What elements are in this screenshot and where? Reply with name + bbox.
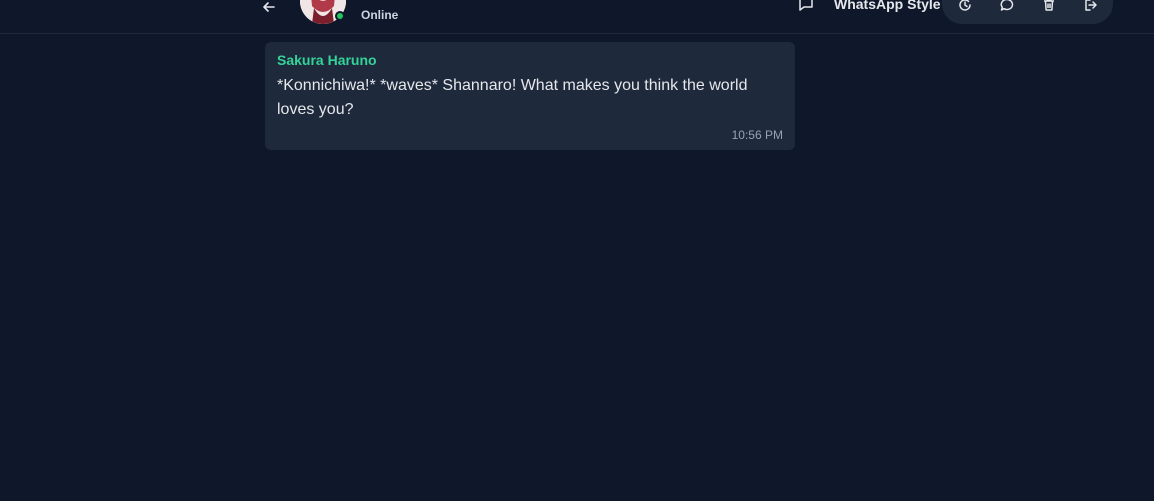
logout-button[interactable] [1080,0,1102,16]
comment-icon [1000,0,1014,11]
trash-icon [1044,0,1054,11]
history-button[interactable] [954,0,976,16]
delete-button[interactable] [1038,0,1060,16]
history-icon [959,0,971,11]
arrow-left-icon [263,2,275,12]
message-timestamp: 10:56 PM [731,128,783,142]
online-status-dot [335,11,345,21]
back-button[interactable] [258,0,280,18]
chat-app: Online WhatsApp Style Sakura Haruno *Kon… [0,0,1154,501]
header-actions [942,0,1113,24]
message-text: *Konnichiwa!* *waves* Shannaro! What mak… [277,77,748,118]
message-sender: Sakura Haruno [277,52,377,68]
contact-status: Online [361,8,399,22]
contact-avatar[interactable] [300,0,346,24]
chat-header: Online WhatsApp Style [0,0,1154,34]
chat-bubble-icon[interactable] [796,0,816,14]
comment-button[interactable] [996,0,1018,16]
style-label: WhatsApp Style [834,0,941,12]
logout-icon [1085,0,1097,11]
message-bubble[interactable]: Sakura Haruno *Konnichiwa!* *waves* Shan… [265,42,795,150]
